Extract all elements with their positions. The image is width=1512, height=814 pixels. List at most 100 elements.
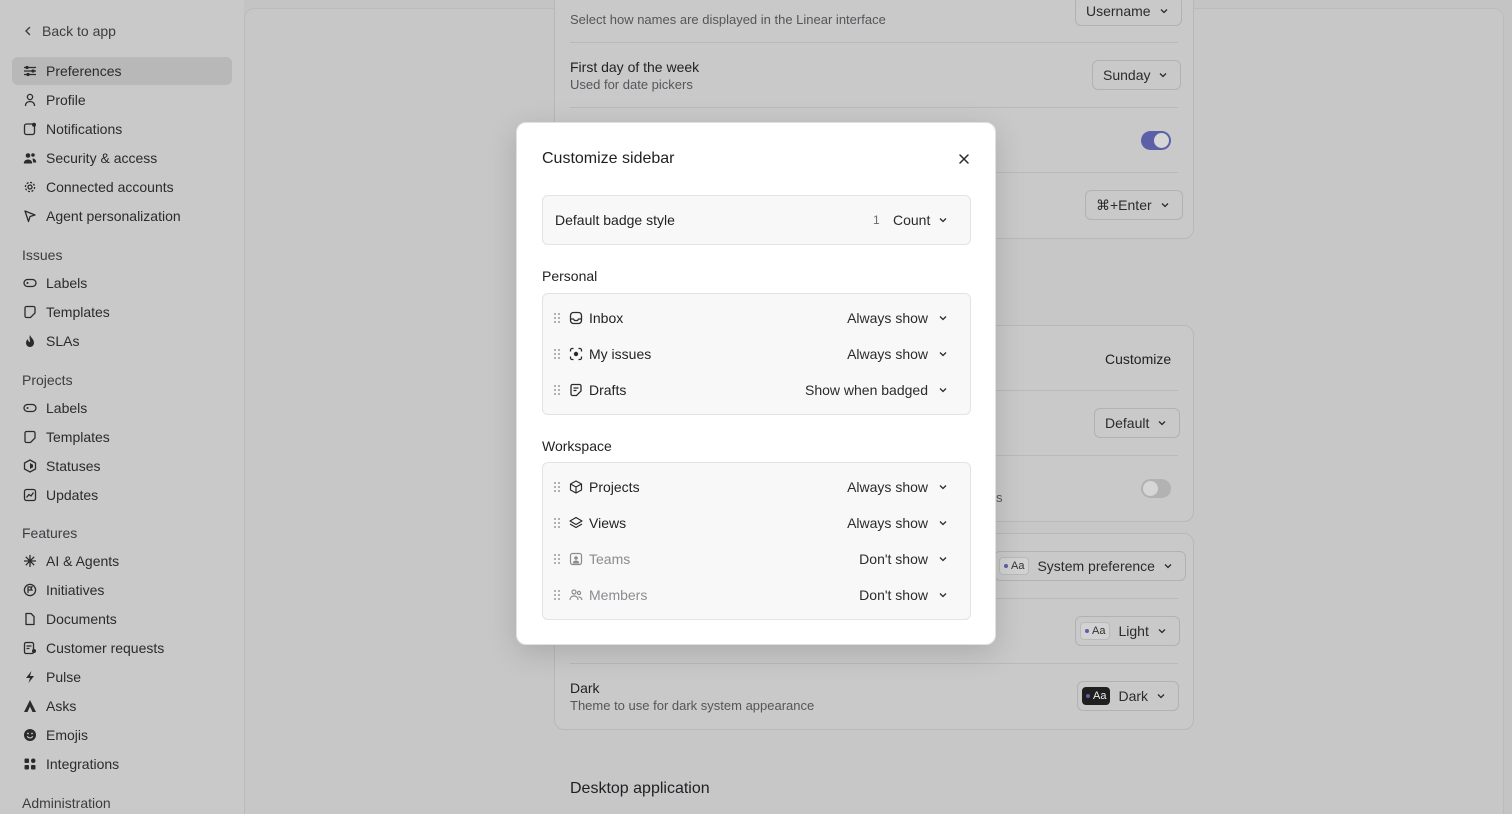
label-icon [23,278,37,288]
back-to-app-link[interactable]: Back to app [22,21,116,41]
chevron-down-icon [939,316,947,321]
sidebar-item-issue-labels[interactable]: Labels [12,269,232,297]
sidebar-item-agent-personalization[interactable]: Agent personalization [12,202,232,230]
sidebar-item-project-labels[interactable]: Labels [12,394,232,422]
default-badge-style-row: Default badge style 1 Count [542,195,971,245]
item-name: Members [589,587,648,603]
sidebar-item-emojis[interactable]: Emojis [12,721,232,749]
dropdown-value: Always show [847,346,928,362]
my-issues-icon [569,347,583,361]
sliders-icon [24,65,36,77]
drag-handle-icon[interactable] [553,312,561,324]
initiative-icon [23,583,37,597]
item-name: Drafts [589,382,627,398]
visibility-dropdown[interactable]: Don't show [859,551,948,567]
list-item-teams: Teams Don't show [543,541,970,577]
system-preference-dropdown[interactable]: Aa System preference [994,551,1186,581]
workspace-section-label: Workspace [542,438,612,454]
list-item-drafts: Drafts Show when badged [543,372,970,408]
dropdown-value: Don't show [859,587,928,603]
dropdown-value: Light [1118,623,1149,639]
sidebar-item-preferences[interactable]: Preferences [12,57,232,85]
sidebar-item-label: Updates [46,487,99,503]
drag-handle-icon[interactable] [553,348,561,360]
document-icon [25,612,35,626]
asks-icon [24,700,36,712]
sidebar-item-statuses[interactable]: Statuses [12,452,232,480]
desktop-application-heading: Desktop application [570,780,710,797]
sidebar-item-ai-agents[interactable]: AI & Agents [12,547,232,575]
divider [570,663,1178,664]
item-name: My issues [589,346,652,362]
sidebar-item-label: Connected accounts [46,179,174,195]
dropdown-value: Always show [847,310,928,326]
sidebar-item-label: Security & access [46,150,158,166]
badge-style-dropdown[interactable]: Count [893,212,948,228]
first-day-dropdown[interactable]: Sunday [1092,60,1182,90]
sidebar-item-documents[interactable]: Documents [12,605,232,633]
sidebar-item-label: AI & Agents [46,553,120,569]
drag-handle-icon[interactable] [553,553,561,565]
chart-icon [23,488,37,502]
setting-toggle-off[interactable] [1141,479,1171,498]
chevron-down-icon [939,218,947,223]
sidebar-item-customer-requests[interactable]: Customer requests [12,634,232,662]
sidebar-item-label: SLAs [46,333,80,349]
visibility-dropdown[interactable]: Always show [847,515,948,531]
close-icon[interactable] [957,152,971,166]
visibility-dropdown[interactable]: Don't show [859,587,948,603]
display-names-dropdown[interactable]: Username [1075,0,1182,26]
drag-handle-icon[interactable] [553,517,561,529]
customer-icon [23,641,36,655]
drag-handle-icon[interactable] [553,589,561,601]
dark-theme-dropdown[interactable]: Aa Dark [1077,681,1180,711]
sidebar-item-label: Customer requests [46,640,165,656]
emoji-icon [24,729,36,741]
shortcut-dropdown[interactable]: ⌘+Enter [1085,190,1183,220]
visibility-dropdown[interactable]: Always show [847,479,948,495]
chevron-down-icon [939,557,947,562]
default-dropdown[interactable]: Default [1094,408,1181,438]
sidebar-item-asks[interactable]: Asks [12,692,232,720]
list-item-projects: Projects Always show [543,469,970,505]
setting-toggle-on[interactable] [1141,131,1171,150]
visibility-dropdown[interactable]: Always show [847,346,948,362]
chevron-down-icon [939,352,947,357]
sidebar-item-project-templates[interactable]: Templates [12,423,232,451]
sidebar-item-issue-templates[interactable]: Templates [12,298,232,326]
sidebar-item-updates[interactable]: Updates [12,481,232,509]
sidebar-item-integrations[interactable]: Integrations [12,750,232,778]
pulse-icon [26,671,34,683]
sidebar-item-label: Agent personalization [46,208,181,224]
flame-icon [26,335,34,347]
notification-icon [23,122,36,136]
customize-button[interactable]: Customize [1105,351,1171,367]
sidebar-item-security[interactable]: Security & access [12,144,232,172]
item-name: Views [589,515,627,531]
sidebar-item-pulse[interactable]: Pulse [12,663,232,691]
chevron-down-icon [939,485,947,490]
drag-handle-icon[interactable] [553,384,561,396]
sidebar-item-notifications[interactable]: Notifications [12,115,232,143]
sidebar-item-label: Notifications [46,121,123,137]
chevron-down-icon [1157,694,1165,699]
visibility-dropdown[interactable]: Always show [847,310,948,326]
badge-preview-count: 1 [873,213,880,227]
visibility-dropdown[interactable]: Show when badged [805,382,948,398]
cube-icon [569,480,583,494]
sidebar-item-profile[interactable]: Profile [12,86,232,114]
gear-icon [24,181,36,193]
sidebar-item-connected-accounts[interactable]: Connected accounts [12,173,232,201]
sidebar-item-slas[interactable]: SLAs [12,327,232,355]
chevron-down-icon [1164,564,1172,569]
sidebar-item-initiatives[interactable]: Initiatives [12,576,232,604]
chevron-down-icon [1161,203,1169,208]
integrations-icon [24,758,36,770]
drag-handle-icon[interactable] [553,481,561,493]
light-theme-dropdown[interactable]: Aa Light [1075,616,1180,646]
chevron-down-icon [939,593,947,598]
sparkle-icon [24,555,36,567]
template-icon [24,305,36,319]
dropdown-value: Default [1105,415,1150,431]
back-label: Back to app [42,23,116,39]
